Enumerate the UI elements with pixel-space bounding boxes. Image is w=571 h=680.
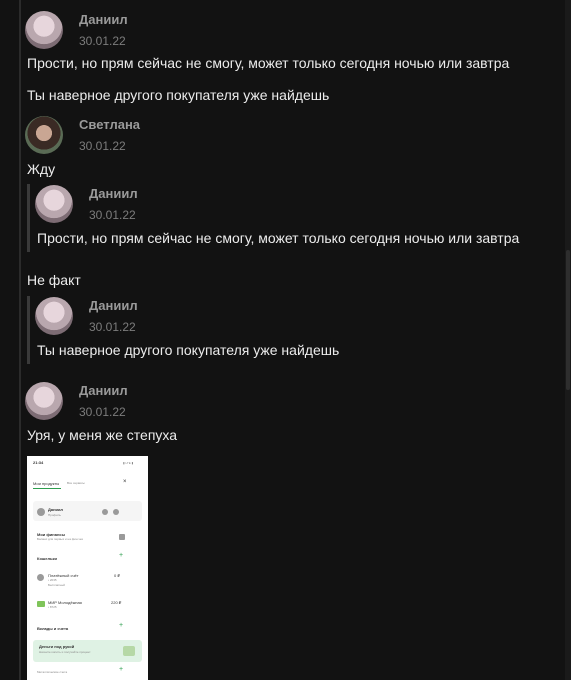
message-author[interactable]: Светлана <box>79 117 140 132</box>
active-tab-indicator <box>33 488 61 489</box>
profile-avatar-icon <box>37 508 45 516</box>
add-metal-icon: + <box>119 666 124 673</box>
image-attachment[interactable]: 21:34 ▮ LTE ▮ Мои продукты Все сервисы ×… <box>27 456 148 680</box>
profile-name: Даниил <box>48 507 63 512</box>
add-wallet-icon: + <box>119 552 124 559</box>
wallet-icon <box>37 574 44 581</box>
message-text: Ты наверное другого покупателя уже найде… <box>27 87 330 103</box>
add-deposit-icon: + <box>119 622 124 629</box>
metal-accounts-label: Металлические счета <box>37 670 68 674</box>
message-text: Не факт <box>27 272 81 288</box>
banner-illustration-icon <box>123 646 135 656</box>
wallets-label: Кошельки <box>37 556 57 561</box>
banner-title: Деньги под рукой <box>39 644 75 649</box>
scrollbar-thumb[interactable] <box>566 250 570 390</box>
message-text: Прости, но прям сейчас не смогу, может т… <box>27 55 510 71</box>
tab-all-services: Все сервисы <box>67 481 85 485</box>
quote-bar <box>27 184 30 252</box>
quote-avatar-daniil[interactable] <box>35 185 73 223</box>
quote-text[interactable]: Ты наверное другого покупателя уже найде… <box>37 342 339 358</box>
quote-text[interactable]: Прости, но прям сейчас не смогу, может т… <box>37 230 519 246</box>
chart-icon <box>119 534 125 540</box>
close-icon: × <box>123 479 127 485</box>
quote-avatar-daniil[interactable] <box>35 297 73 335</box>
message-date: 30.01.22 <box>79 34 126 48</box>
mail-icon <box>113 509 119 515</box>
wallet1-number: • 2035 <box>48 578 57 582</box>
message-text: Жду <box>27 161 56 177</box>
card-icon <box>37 601 45 607</box>
finance-sub: Баланс для первых и на фин.чек <box>37 537 83 541</box>
message-date: 30.01.22 <box>79 139 126 153</box>
wallet2-balance: 220 ₽ <box>111 600 122 605</box>
quote-date: 30.01.22 <box>89 208 136 222</box>
message-author[interactable]: Даниил <box>79 12 128 27</box>
phone-time: 21:34 <box>33 460 44 465</box>
quote-bar <box>27 296 30 364</box>
deposits-label: Вклады и счета <box>37 626 69 631</box>
avatar-daniil[interactable] <box>25 382 63 420</box>
message-text: Уря, у меня же степуха <box>27 427 178 443</box>
message-author[interactable]: Даниил <box>79 383 128 398</box>
quote-author[interactable]: Даниил <box>89 186 138 201</box>
wallet1-balance: 0 ₽ <box>114 573 120 578</box>
settings-icon <box>102 509 108 515</box>
profile-sub: Профиль <box>48 513 61 517</box>
tab-my-products: Мои продукты <box>33 481 60 486</box>
wallet2-number: • 8725 <box>48 605 57 609</box>
thread-left-rule <box>19 0 21 680</box>
scrollbar[interactable] <box>565 0 571 680</box>
phone-status: ▮ LTE ▮ <box>123 461 134 465</box>
avatar-daniil[interactable] <box>25 11 63 49</box>
quote-author[interactable]: Даниил <box>89 298 138 313</box>
wallet1-tariff: Бесплатный <box>48 583 65 587</box>
quote-date: 30.01.22 <box>89 320 136 334</box>
banner-sub: Начните копить и получайте процент <box>39 650 91 654</box>
avatar-svetlana[interactable] <box>25 116 63 154</box>
message-date: 30.01.22 <box>79 405 126 419</box>
